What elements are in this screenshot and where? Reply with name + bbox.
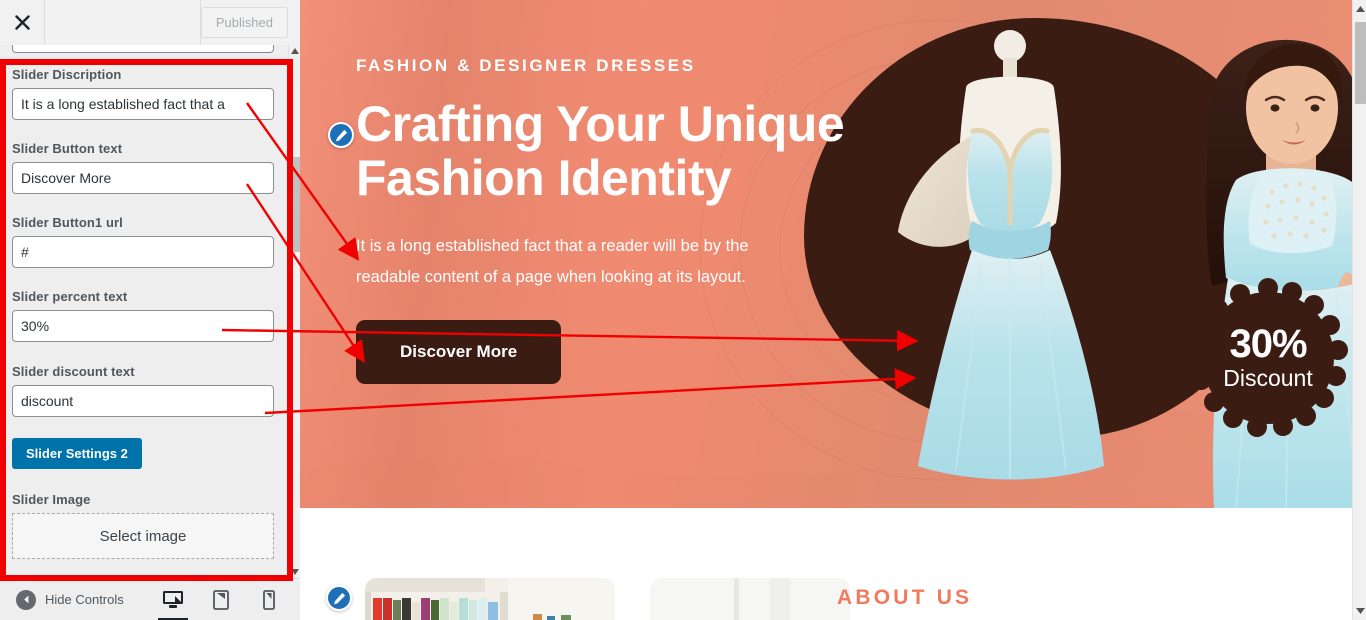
header-spacer [45, 0, 201, 45]
publish-button[interactable]: Published [200, 6, 288, 39]
about-us-heading: ABOUT US [837, 586, 973, 609]
sidebar-scrollbar[interactable] [288, 45, 300, 578]
desktop-preview-icon[interactable] [158, 585, 188, 620]
mannequin-dress-image [898, 30, 1104, 480]
badge-percent-text: 30% [1229, 322, 1307, 367]
slider-button-text-input[interactable] [12, 162, 274, 194]
field-label: Slider Button text [12, 141, 123, 156]
edit-about-image-pencil-icon[interactable] [326, 585, 352, 611]
hero-discover-more-button[interactable]: Discover More [356, 320, 562, 385]
about-image-right [650, 578, 850, 620]
slider-percent-text-input[interactable] [12, 310, 274, 342]
page-scroll-down-icon[interactable] [1353, 604, 1366, 618]
about-image-left [365, 578, 615, 620]
edit-hero-title-pencil-icon[interactable] [328, 122, 354, 148]
device-preview-buttons [158, 585, 282, 620]
field-label: Slider percent text [12, 289, 128, 304]
mobile-preview-icon[interactable] [256, 585, 282, 615]
slider-button-url-input[interactable] [12, 236, 274, 268]
slider-description-input[interactable] [12, 88, 274, 120]
customizer-footer: Hide Controls [0, 578, 300, 620]
field-label: Slider Button1 url [12, 215, 123, 230]
field-slider-button-text: Slider Button text [12, 141, 274, 194]
discount-badge: 30% Discount [1188, 278, 1348, 438]
previous-field-partial[interactable] [12, 45, 274, 53]
hero-slider: FASHION & DESIGNER DRESSES Crafting Your… [300, 0, 1352, 508]
slider-settings-2-button[interactable]: Slider Settings 2 [12, 438, 142, 469]
field-slider-percent-text: Slider percent text [12, 289, 274, 342]
hide-controls-label: Hide Controls [45, 592, 124, 607]
tablet-preview-icon[interactable] [208, 585, 234, 615]
customizer-header: Published [0, 0, 300, 45]
page-scrollbar[interactable] [1352, 0, 1366, 620]
about-section: ABOUT US [300, 508, 1352, 620]
hero-title: Crafting Your Unique Fashion Identity [356, 96, 845, 206]
sidebar-scroll-thumb[interactable] [291, 157, 300, 252]
close-icon [14, 15, 30, 30]
hide-controls-button[interactable]: Hide Controls [16, 589, 124, 610]
collapse-arrow-icon [16, 589, 36, 610]
field-slider-button-url: Slider Button1 url [12, 215, 274, 268]
badge-discount-text: Discount [1223, 365, 1313, 392]
field-label: Slider Image [12, 492, 91, 507]
hero-description: It is a long established fact that a rea… [356, 237, 749, 286]
hero-eyebrow: FASHION & DESIGNER DRESSES [356, 56, 696, 75]
hero-content: FASHION & DESIGNER DRESSES Crafting Your… [356, 56, 876, 385]
page-scroll-thumb[interactable] [1355, 22, 1366, 104]
slider-discount-text-input[interactable] [12, 385, 274, 417]
field-slider-image: Slider Image Select image [12, 492, 274, 559]
field-slider-discount-text: Slider discount text [12, 364, 274, 417]
page-scroll-up-icon[interactable] [1353, 2, 1366, 16]
customizer-scroll-area: Slider Discription Slider Button text Sl… [0, 45, 288, 578]
customizer-panel: Published Slider Discription Slider Butt… [0, 0, 300, 620]
site-preview: FASHION & DESIGNER DRESSES Crafting Your… [300, 0, 1352, 620]
close-customizer-button[interactable] [0, 0, 45, 45]
select-image-button[interactable]: Select image [12, 513, 274, 559]
slider-settings-2-section: Slider Settings 2 [12, 438, 274, 469]
field-slider-description: Slider Discription [12, 67, 274, 120]
field-label: Slider Discription [12, 67, 122, 82]
field-label: Slider discount text [12, 364, 135, 379]
